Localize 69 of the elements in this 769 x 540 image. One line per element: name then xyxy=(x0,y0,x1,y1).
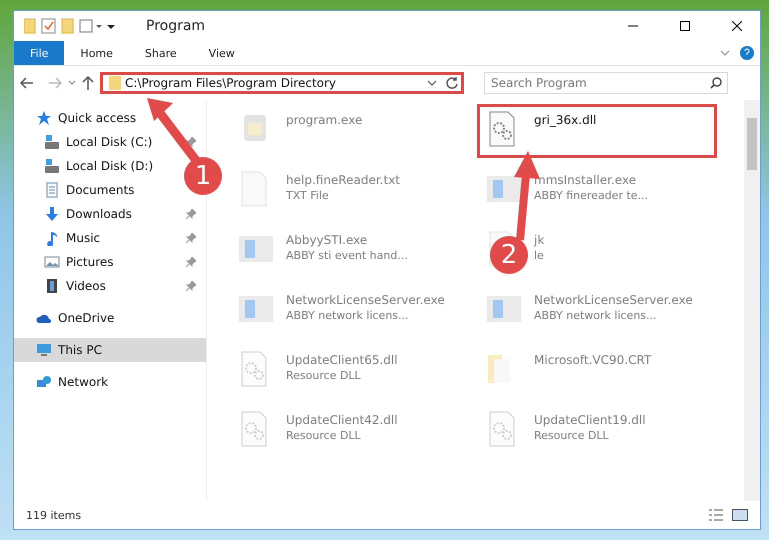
sidebar-item[interactable]: Network xyxy=(14,370,116,394)
pin-icon[interactable] xyxy=(186,257,196,267)
sidebar-item[interactable]: This PC xyxy=(14,338,206,362)
disk-icon xyxy=(44,134,60,150)
download-icon xyxy=(44,206,60,222)
pin-icon[interactable] xyxy=(186,281,196,291)
maximize-icon xyxy=(680,21,690,31)
pin-icon[interactable] xyxy=(186,209,196,219)
file-tile[interactable]: gri_36x.dll xyxy=(477,104,717,158)
back-arrow-icon[interactable] xyxy=(20,77,34,89)
search-icon[interactable] xyxy=(710,77,722,89)
file-type: ABBY sti event hand... xyxy=(286,249,408,262)
file-name[interactable]: UpdateClient65.dll xyxy=(286,353,398,367)
details-view-icon[interactable] xyxy=(708,508,724,522)
sidebar-item[interactable]: Documents xyxy=(14,178,142,202)
file-type: Resource DLL xyxy=(286,369,362,382)
file-name[interactable]: NetworkLicenseServer.exe xyxy=(534,293,693,307)
search-field[interactable]: Search Program xyxy=(484,72,728,94)
disk-icon xyxy=(44,158,60,174)
file-type: le xyxy=(534,249,544,262)
file-type: ABBY network licens... xyxy=(534,309,658,322)
sidebar-item[interactable]: Music xyxy=(14,226,108,250)
tiles-view-icon[interactable] xyxy=(732,508,748,522)
file-name[interactable]: program.exe xyxy=(286,113,362,127)
item-count: 119 items xyxy=(26,508,82,522)
scrollbar[interactable] xyxy=(744,100,760,501)
file-name[interactable]: Microsoft.VC90.CRT xyxy=(534,353,652,367)
pin-icon[interactable] xyxy=(186,137,196,147)
file-name[interactable]: mmsInstaller.exe xyxy=(534,173,648,187)
video-icon xyxy=(44,278,60,294)
music-icon xyxy=(44,230,60,246)
network-icon xyxy=(36,374,52,390)
sidebar-item[interactable]: Local Disk (D:) xyxy=(14,154,162,178)
address-bar[interactable]: C:\Program Files\Program Directory xyxy=(100,72,464,94)
sidebar-item[interactable]: Videos xyxy=(14,274,114,298)
address-path: C:\Program Files\Program Directory xyxy=(125,76,338,90)
star-icon xyxy=(36,110,52,126)
ribbon-tab[interactable]: File xyxy=(14,41,64,65)
file-name[interactable]: NetworkLicenseServer.exe xyxy=(286,293,445,307)
file-name[interactable]: UpdateClient42.dll xyxy=(286,413,398,427)
ribbon-tab[interactable]: Home xyxy=(64,41,129,65)
file-name[interactable]: AbbyySTI.exe xyxy=(286,233,408,247)
refresh-icon[interactable] xyxy=(445,76,459,90)
sidebar-item[interactable]: Quick access xyxy=(14,106,144,130)
pc-icon xyxy=(36,342,52,358)
file-type: TXT File xyxy=(286,189,330,202)
file-name[interactable]: UpdateClient19.dll xyxy=(534,413,646,427)
ribbon-tab[interactable]: Share xyxy=(128,41,193,65)
file-type: ABBY finereader te... xyxy=(534,189,648,202)
chevron-down-icon[interactable] xyxy=(427,79,437,87)
sidebar-item[interactable]: Downloads xyxy=(14,202,140,226)
file-type: ABBY network licens... xyxy=(286,309,410,322)
file-name[interactable]: help.fineReader.txt xyxy=(286,173,400,187)
picture-icon xyxy=(44,254,60,270)
pin-icon[interactable] xyxy=(186,233,196,243)
doc-icon xyxy=(44,182,60,198)
file-name[interactable]: gri_36x.dll xyxy=(534,113,596,127)
file-type: Resource DLL xyxy=(286,429,362,442)
sidebar-item[interactable]: Pictures xyxy=(14,250,122,274)
sidebar-item[interactable]: OneDrive xyxy=(14,306,122,330)
ribbon-tab[interactable]: View xyxy=(192,41,251,65)
sidebar-item[interactable]: Local Disk (C:) xyxy=(14,130,160,154)
close-icon xyxy=(732,21,742,31)
file-type: Resource DLL xyxy=(534,429,610,442)
minimize-icon xyxy=(628,25,638,27)
file-name[interactable]: jk xyxy=(534,233,544,247)
window-title: Program xyxy=(146,18,206,34)
up-arrow-icon[interactable] xyxy=(82,76,94,90)
folder-icon xyxy=(109,76,121,90)
